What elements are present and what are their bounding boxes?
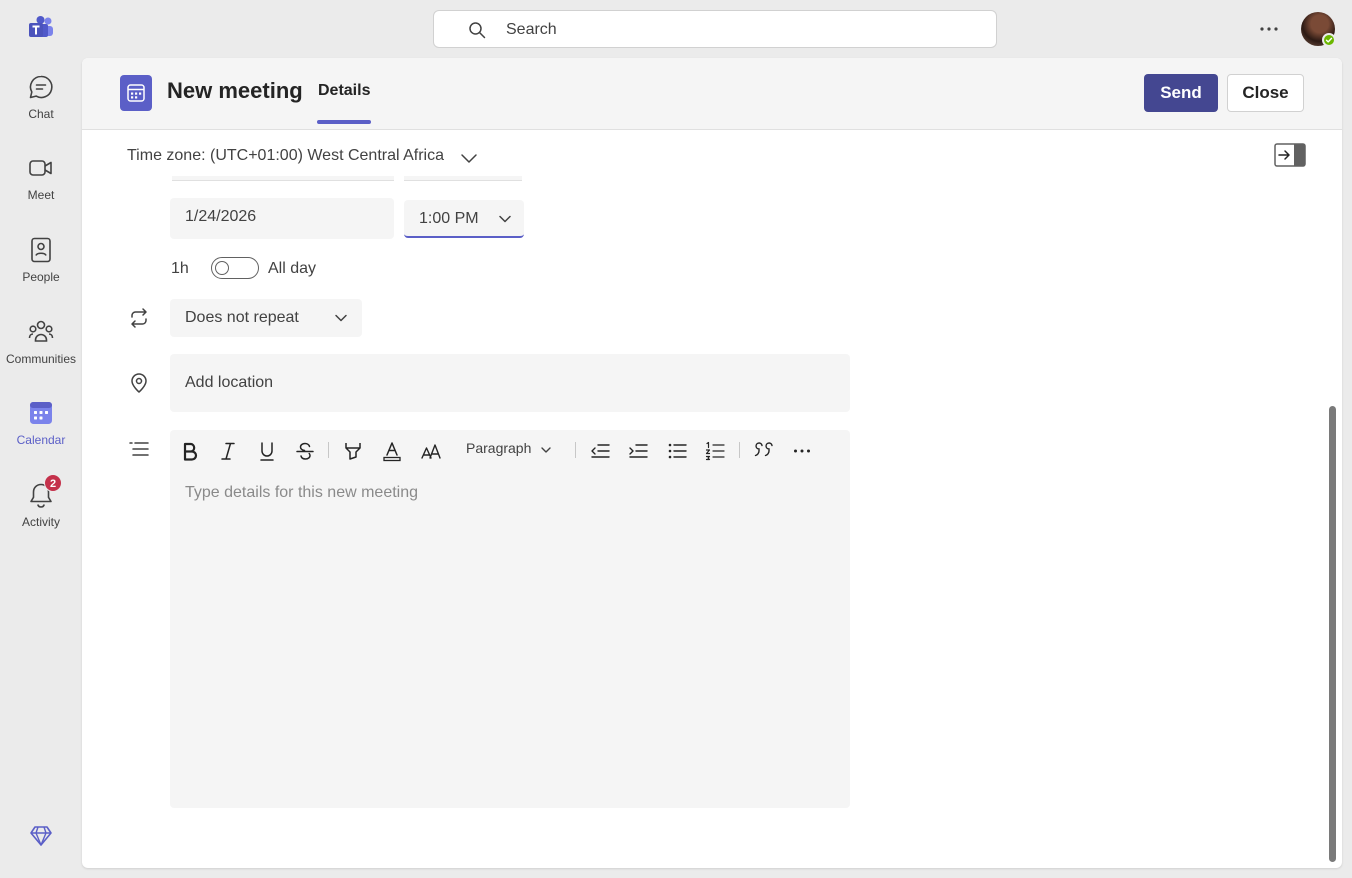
rail-item-label: Communities [5,352,77,366]
rail-item-chat[interactable]: Chat [0,73,82,143]
numbered-list-button[interactable] [702,438,728,464]
decrease-indent-button[interactable] [587,438,613,464]
start-time-field-partial[interactable] [404,176,522,181]
app-rail: Chat Meet People Communities Calendar 2 … [0,0,82,878]
tab-details[interactable]: Details [318,82,370,100]
increase-indent-icon [629,444,648,458]
rail-item-label: Chat [28,107,54,121]
communities-icon [28,320,54,342]
close-button[interactable]: Close [1227,74,1304,112]
video-icon [29,160,52,176]
font-size-icon [421,444,441,459]
rail-item-label: People [22,270,60,284]
chevron-down-icon [335,314,347,322]
repeat-value: Does not repeat [185,309,299,326]
meeting-details-editor: Paragraph Type details for this new meet… [170,430,850,808]
calendar-app-icon [120,75,152,111]
chat-icon [29,75,53,99]
underline-button[interactable] [254,438,280,464]
highlight-button[interactable] [340,438,366,464]
italic-icon [221,442,235,460]
more-formatting-button[interactable] [789,438,815,464]
bulleted-list-button[interactable] [664,438,690,464]
scrollbar-thumb[interactable] [1329,406,1336,862]
rail-item-communities[interactable]: Communities [0,318,82,388]
decrease-indent-icon [591,444,610,458]
chevron-down-icon[interactable] [459,148,479,168]
details-text-area[interactable]: Type details for this new meeting [185,484,418,502]
timezone-selector[interactable]: Time zone: (UTC+01:00) West Central Afri… [127,147,444,165]
underline-icon [260,442,274,461]
font-color-icon [383,442,401,462]
toolbar-divider [575,442,576,458]
bold-icon [183,442,198,461]
duration-label: 1h [171,260,189,277]
location-input[interactable]: Add location [170,354,850,412]
all-day-label: All day [268,260,317,277]
teams-logo-icon[interactable] [27,14,55,42]
paragraph-style-label: Paragraph [466,440,532,456]
rail-item-people[interactable]: People [0,236,82,306]
quote-icon [754,442,773,457]
toolbar-divider [739,442,740,458]
more-options-icon[interactable] [1256,16,1282,42]
end-time-value: 1:00 PM [419,210,479,227]
search-icon [469,22,486,39]
chevron-down-icon [541,447,551,453]
rail-item-activity[interactable]: 2 Activity [0,474,82,551]
toggle-knob [215,261,229,275]
strikethrough-icon [296,442,314,460]
meeting-header: New meeting Details Send Close [82,58,1342,130]
quote-button[interactable] [751,438,777,464]
numbered-list-icon [705,441,725,461]
font-color-button[interactable] [379,438,405,464]
bold-button[interactable] [177,438,203,464]
end-date-field[interactable]: 1/24/2026 [170,198,394,239]
start-date-field-partial[interactable] [172,176,394,181]
rail-item-meet[interactable]: Meet [0,154,82,224]
page-title: New meeting [167,78,303,103]
end-time-dropdown[interactable]: 1:00 PM [404,200,524,238]
new-meeting-panel: New meeting Details Send Close Time zone… [82,58,1342,868]
all-day-toggle[interactable] [211,257,259,279]
rail-item-calendar[interactable]: Calendar [0,399,82,469]
italic-button[interactable] [215,438,241,464]
increase-indent-button[interactable] [625,438,651,464]
chevron-down-icon [499,215,511,223]
toolbar-divider [328,442,329,458]
repeat-dropdown[interactable]: Does not repeat [170,299,362,337]
highlighter-icon [345,443,361,460]
presence-available-icon [1322,33,1336,47]
more-options-icon [794,449,810,453]
bulleted-list-icon [668,443,687,459]
rail-item-label: Meet [27,188,55,202]
rail-item-label: Calendar [16,433,66,447]
paragraph-style-dropdown[interactable]: Paragraph [466,440,551,456]
rail-item-label: Activity [21,515,60,529]
search-box[interactable]: Search [433,10,997,48]
calendar-icon [30,402,52,424]
search-placeholder: Search [506,21,557,38]
details-list-icon [129,442,149,456]
collapse-pane-icon[interactable] [1274,143,1306,167]
repeat-icon [131,308,147,328]
premium-diamond-icon[interactable] [29,824,53,848]
send-button[interactable]: Send [1144,74,1218,112]
font-size-button[interactable] [418,438,444,464]
location-pin-icon [131,373,147,393]
activity-count-badge: 2 [44,474,62,492]
tab-active-indicator [317,120,371,124]
people-icon [31,237,51,263]
strikethrough-button[interactable] [292,438,318,464]
